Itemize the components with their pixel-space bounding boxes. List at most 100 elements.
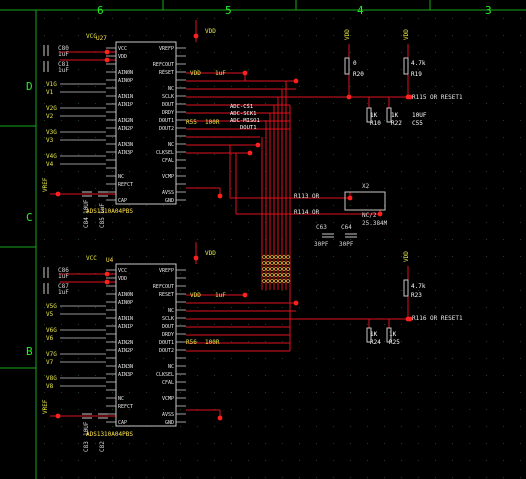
- net-adc-sck: ADC-SCK1: [230, 111, 257, 117]
- column-label-6: 6: [97, 4, 104, 17]
- res-r56-ref: R56: [186, 339, 197, 346]
- cap-c55-val: 10UF: [412, 112, 427, 119]
- net-reset-top: R115 OR RESET1: [412, 94, 463, 101]
- pin-left-label: VCC: [118, 46, 127, 52]
- cap-c87-val: 1uF: [58, 289, 69, 296]
- pin-left-label: CAP: [118, 420, 127, 426]
- column-label-5: 5: [225, 4, 232, 17]
- vdd-cap-top-val: 1uF: [215, 70, 226, 77]
- pin-left-label: AIN2N: [118, 340, 133, 346]
- crystal-ref: X2: [362, 183, 370, 190]
- row-label-d: D: [26, 80, 33, 93]
- res-r23-val: 4.7k: [411, 283, 426, 290]
- net-dout: DOUT1: [240, 125, 257, 131]
- net-reset-bottom: R116 OR RESET1: [412, 315, 463, 322]
- chip-part-top: ADS1310A04PBS: [86, 208, 133, 215]
- pin-right-label: DOUT1: [159, 118, 174, 124]
- pin-left-label: AIN2P: [118, 126, 133, 132]
- pin-left-label: AIN3P: [118, 150, 133, 156]
- vdd-label-bottom-cap: VDD: [205, 250, 216, 257]
- res-r25-val: 1K: [389, 331, 397, 338]
- analog-inputs: V1GV1 V2GV2 V3GV3 V4GV4 V5GV5 V6GV6 V7GV7 V8GV8: [46, 81, 106, 390]
- input-label: V6G: [46, 327, 57, 334]
- res-r10-ref: R10: [370, 120, 381, 127]
- input-label: V4: [46, 161, 54, 168]
- schematic-canvas: 6 5 4 3 D C B U27 VCC ADS1310A04PBS VCCV…: [0, 0, 526, 479]
- res-r22-ref: R22: [391, 120, 402, 127]
- pin-left-label: REFCT: [118, 182, 133, 188]
- pin-left-label: AIN3N: [118, 364, 133, 370]
- chip-ref-u4: U4: [106, 257, 114, 264]
- load-cap-1: 30PF: [314, 241, 329, 248]
- cap-c85-ref: C85: [99, 217, 106, 228]
- res-r23-ref: R23: [411, 292, 422, 299]
- crystal-freq: 25.384M: [362, 220, 388, 227]
- cap-c81-val: 1uF: [58, 67, 69, 74]
- res-r20-ref: R20: [353, 71, 364, 78]
- pin-right-label: AVSS: [162, 412, 174, 418]
- input-label: V5: [46, 311, 54, 318]
- chip-part-bottom: ADS1310A04PBS: [86, 431, 133, 438]
- pin-right-label: REFCOUT: [153, 62, 174, 68]
- vref-label-top: VREF: [42, 177, 49, 192]
- pin-right-label: VCMP: [162, 396, 174, 402]
- column-label-4: 4: [357, 4, 364, 17]
- res-r22-val: 1K: [391, 112, 399, 119]
- pin-left-label: AIN2N: [118, 118, 133, 124]
- vdd-rail-label-2: VDD: [403, 29, 410, 40]
- pin-right-label: CFAL: [162, 380, 174, 386]
- vdd-cap-bottom-val: 1uF: [215, 292, 226, 299]
- pin-right-label: CFAL: [162, 158, 174, 164]
- vdd-pin-label-bottom: VDD: [190, 292, 201, 299]
- pin-right-label: VREFP: [159, 46, 174, 52]
- vdd-rail-label-3: VDD: [403, 251, 410, 262]
- vref-network-top: VREF C84 10UF C85 1uF: [42, 177, 108, 228]
- cap-c85-val: 1uF: [99, 203, 106, 214]
- cap-c55-ref: C55: [412, 120, 423, 127]
- cap-c84-val: 10UF: [83, 199, 90, 214]
- crystal-label: NC/2: [362, 212, 377, 219]
- chip-ref-u27: U27: [96, 35, 107, 42]
- row-label-c: C: [26, 211, 33, 224]
- cap-c86-val: 1uF: [58, 273, 69, 280]
- vref-label-bottom: VREF: [42, 399, 49, 414]
- res-r19-val: 4.7k: [411, 60, 426, 67]
- net-labels: R115 OR RESET1 ADC-CS1 ADC-SCK1 ADC-MISO…: [230, 94, 463, 322]
- input-label: V3G: [46, 129, 57, 136]
- pin-right-label: RESET: [159, 70, 174, 76]
- pin-right-label: DOUT: [162, 324, 174, 330]
- pin-left-label: AIN0P: [118, 78, 133, 84]
- input-label: V4G: [46, 153, 57, 160]
- vdd-rail-label-1: VDD: [344, 29, 351, 40]
- pin-right-label: NC: [168, 142, 174, 148]
- pin-right-label: VCMP: [162, 174, 174, 180]
- cap-c83-ref: C83: [83, 441, 90, 452]
- pin-left-label: AIN3P: [118, 372, 133, 378]
- input-label: V7G: [46, 351, 57, 358]
- input-label: V1G: [46, 81, 57, 88]
- res-r56-val: 100R: [205, 339, 220, 346]
- vdd-label-top-cap: VDD: [205, 28, 216, 35]
- pin-left-label: AIN1N: [118, 94, 133, 100]
- pin-left-label: AIN2P: [118, 348, 133, 354]
- cap-c82-ref: C82: [99, 441, 106, 452]
- pin-right-label: REFCOUT: [153, 284, 174, 290]
- pin-right-label: NC: [168, 364, 174, 370]
- pin-left-label: VDD: [118, 276, 127, 282]
- cap-c80-val: 1uF: [58, 51, 69, 58]
- pin-left-label: CAP: [118, 198, 127, 204]
- input-label: V7: [46, 359, 54, 366]
- pin-left-label: REFCT: [118, 404, 133, 410]
- pin-right-label: DOUT2: [159, 126, 174, 132]
- pin-left-label: VCC: [118, 268, 127, 274]
- input-label: V6: [46, 335, 54, 342]
- input-label: V2G: [46, 105, 57, 112]
- cap-c64-ref: C64: [341, 224, 352, 231]
- pin-left-label: NC: [118, 174, 124, 180]
- pin-right-label: SCLK: [162, 94, 174, 100]
- res-r20-val: 0: [353, 60, 357, 67]
- crystal-oscillator[interactable]: X2 NC/2 25.384M C63 C64 30PF 30PF: [314, 183, 388, 248]
- pin-left-label: VDD: [118, 54, 127, 60]
- pin-left-label: AIN1N: [118, 316, 133, 322]
- border-frame: [0, 0, 526, 479]
